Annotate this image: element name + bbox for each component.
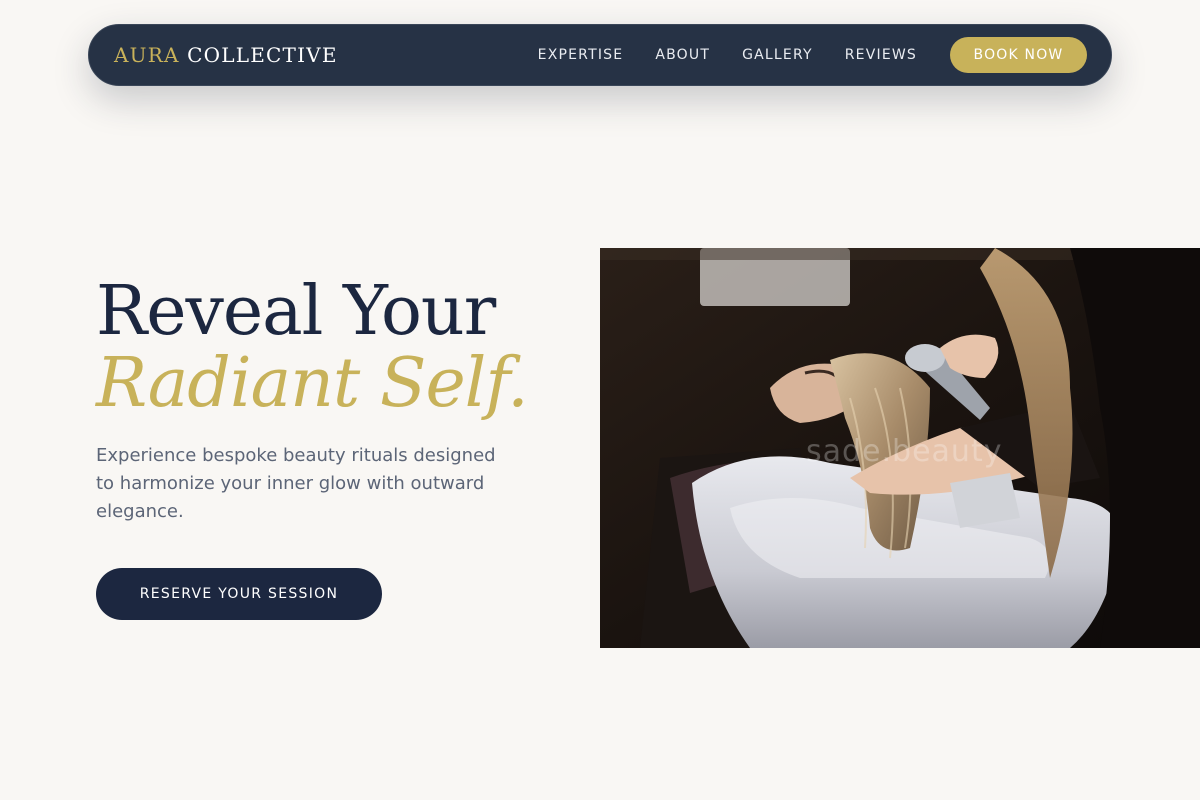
- book-now-button[interactable]: BOOK NOW: [950, 37, 1087, 73]
- top-navbar: AURA COLLECTIVE EXPERTISE ABOUT GALLERY …: [88, 24, 1112, 86]
- hero-headline-line2: Radiant Self.: [96, 344, 529, 423]
- hero-headline-line1: Reveal Your: [96, 272, 496, 351]
- hero-subtext: Experience bespoke beauty rituals design…: [96, 445, 496, 522]
- hero-text-block: Reveal Your Radiant Self. Experience bes…: [96, 276, 556, 526]
- nav-link-reviews[interactable]: REVIEWS: [845, 47, 917, 63]
- nav-link-expertise[interactable]: EXPERTISE: [538, 47, 624, 63]
- nav-link-about[interactable]: ABOUT: [655, 47, 710, 63]
- reserve-session-button[interactable]: RESERVE YOUR SESSION: [96, 568, 382, 620]
- photo-watermark: sade.beauty: [806, 434, 1003, 469]
- nav-links: EXPERTISE ABOUT GALLERY REVIEWS: [538, 47, 917, 63]
- brand-name-main: COLLECTIVE: [187, 43, 338, 67]
- hero-headline: Reveal Your Radiant Self.: [96, 276, 556, 420]
- nav-link-gallery[interactable]: GALLERY: [742, 47, 813, 63]
- brand-name-accent: AURA: [114, 43, 180, 67]
- brand-logo[interactable]: AURA COLLECTIVE: [114, 43, 338, 67]
